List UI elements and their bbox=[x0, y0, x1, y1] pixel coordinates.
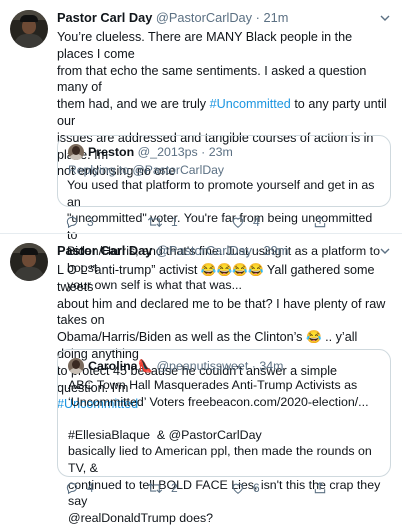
retweet-icon bbox=[147, 216, 163, 228]
timestamp: 34m bbox=[259, 359, 284, 373]
replying-to: Replying to @PastorCarlDay bbox=[68, 163, 224, 177]
timestamp: 23m bbox=[208, 145, 233, 159]
like-icon bbox=[232, 483, 244, 494]
retweet-button[interactable]: 2 bbox=[147, 481, 178, 495]
like-icon bbox=[232, 217, 244, 228]
tweet-actions: 3 1 4 bbox=[57, 215, 391, 233]
author-name: Preston bbox=[88, 145, 135, 159]
reply-count: 3 bbox=[87, 215, 94, 229]
avatar[interactable] bbox=[10, 243, 48, 281]
reply-button[interactable]: 4 bbox=[65, 481, 94, 495]
quoted-tweet-text: ABC Town Hall Masquerades Anti-Trump Act… bbox=[68, 378, 384, 525]
retweet-count: 2 bbox=[171, 481, 178, 495]
like-button[interactable]: 4 bbox=[231, 215, 260, 229]
share-icon bbox=[314, 216, 326, 228]
author-name: Carolina👠 bbox=[88, 359, 154, 373]
avatar bbox=[68, 358, 84, 374]
quoted-tweet-header: Preston @_2013ps · 23m bbox=[88, 145, 233, 159]
retweet-button[interactable]: 1 bbox=[147, 215, 178, 229]
like-count: 6 bbox=[253, 481, 260, 495]
retweet-count: 1 bbox=[171, 215, 178, 229]
like-count: 4 bbox=[253, 215, 260, 229]
quoted-tweet[interactable]: Carolina👠 @peanutissweet · 34m ABC Town … bbox=[57, 349, 391, 525]
tweet-header: Pastor Carl Day @PastorCarlDay · 21m bbox=[57, 10, 289, 25]
reply-count: 4 bbox=[87, 481, 94, 495]
author-handle[interactable]: @PastorCarlDay bbox=[156, 243, 252, 258]
share-button[interactable] bbox=[313, 215, 335, 229]
author-name[interactable]: Pastor Carl Day bbox=[57, 243, 152, 258]
author-handle: @peanutissweet bbox=[156, 359, 249, 373]
reply-icon bbox=[66, 216, 78, 229]
quoted-tweet-header: Carolina👠 @peanutissweet · 34m bbox=[88, 359, 284, 373]
timestamp[interactable]: 21m bbox=[263, 10, 288, 25]
like-button[interactable]: 6 bbox=[231, 481, 260, 495]
timestamp[interactable]: 29m bbox=[263, 243, 288, 258]
tweet[interactable]: Pastor Carl Day @PastorCarlDay · 29m L O… bbox=[0, 233, 402, 525]
avatar bbox=[68, 144, 84, 160]
author-handle[interactable]: @PastorCarlDay bbox=[156, 10, 252, 25]
share-button[interactable] bbox=[313, 481, 335, 495]
reply-button[interactable]: 3 bbox=[65, 215, 94, 229]
reply-icon bbox=[66, 482, 78, 495]
share-icon bbox=[314, 482, 326, 494]
avatar[interactable] bbox=[10, 10, 48, 48]
author-handle: @_2013ps bbox=[137, 145, 198, 159]
hashtag-link[interactable]: #Uncommitted bbox=[210, 97, 291, 111]
author-name[interactable]: Pastor Carl Day bbox=[57, 10, 152, 25]
tweet-actions: 4 2 6 bbox=[57, 481, 391, 499]
caret-down-icon[interactable] bbox=[380, 13, 390, 23]
tweet[interactable]: Pastor Carl Day @PastorCarlDay · 21m You… bbox=[0, 0, 402, 292]
tweet-header: Pastor Carl Day @PastorCarlDay · 29m bbox=[57, 243, 289, 258]
caret-down-icon[interactable] bbox=[380, 246, 390, 256]
retweet-icon bbox=[147, 482, 163, 494]
